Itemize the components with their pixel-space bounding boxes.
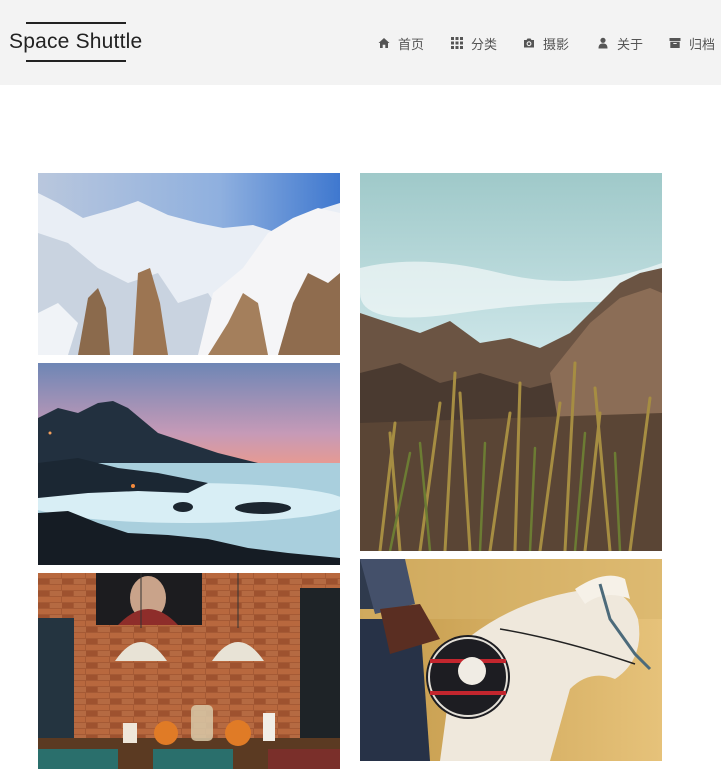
nav-item-label: 归档 xyxy=(689,36,716,52)
gallery-photo-coast[interactable] xyxy=(38,363,340,565)
site-header: Space Shuttle 首页 分类 摄影 关于 归档 xyxy=(0,0,721,85)
nav-item-about[interactable]: 关于 xyxy=(597,33,643,53)
nav-item-photography[interactable]: 摄影 xyxy=(523,33,569,53)
gallery-photo-dining[interactable] xyxy=(38,573,340,769)
nav-item-categories[interactable]: 分类 xyxy=(451,33,497,53)
logo-top-rule xyxy=(26,22,126,24)
gallery-photo-horse[interactable] xyxy=(360,559,662,761)
photo-snowy-mountains xyxy=(38,173,340,355)
camera-icon xyxy=(524,38,534,48)
gallery-photo-mountains[interactable] xyxy=(38,173,340,355)
photo-rocky-desert-grass xyxy=(360,173,662,551)
photo-misty-coast-sunset xyxy=(38,363,340,565)
nav-item-label: 摄影 xyxy=(543,36,570,52)
user-icon xyxy=(598,37,608,49)
nav-item-label: 分类 xyxy=(471,36,498,52)
logo-bottom-rule xyxy=(26,60,126,62)
nav-item-home[interactable]: 首页 xyxy=(378,33,424,53)
photo-brick-wall-dining-room xyxy=(38,573,340,769)
grid-icon xyxy=(451,37,463,49)
home-icon xyxy=(378,38,390,48)
photo-rider-white-horse xyxy=(360,559,662,761)
nav-item-label: 关于 xyxy=(617,36,644,52)
nav-item-label: 首页 xyxy=(398,36,425,52)
archive-icon xyxy=(669,38,681,48)
gallery-photo-desert[interactable] xyxy=(360,173,662,551)
nav-item-archive[interactable]: 归档 xyxy=(669,33,715,53)
site-title[interactable]: Space Shuttle xyxy=(9,30,142,54)
